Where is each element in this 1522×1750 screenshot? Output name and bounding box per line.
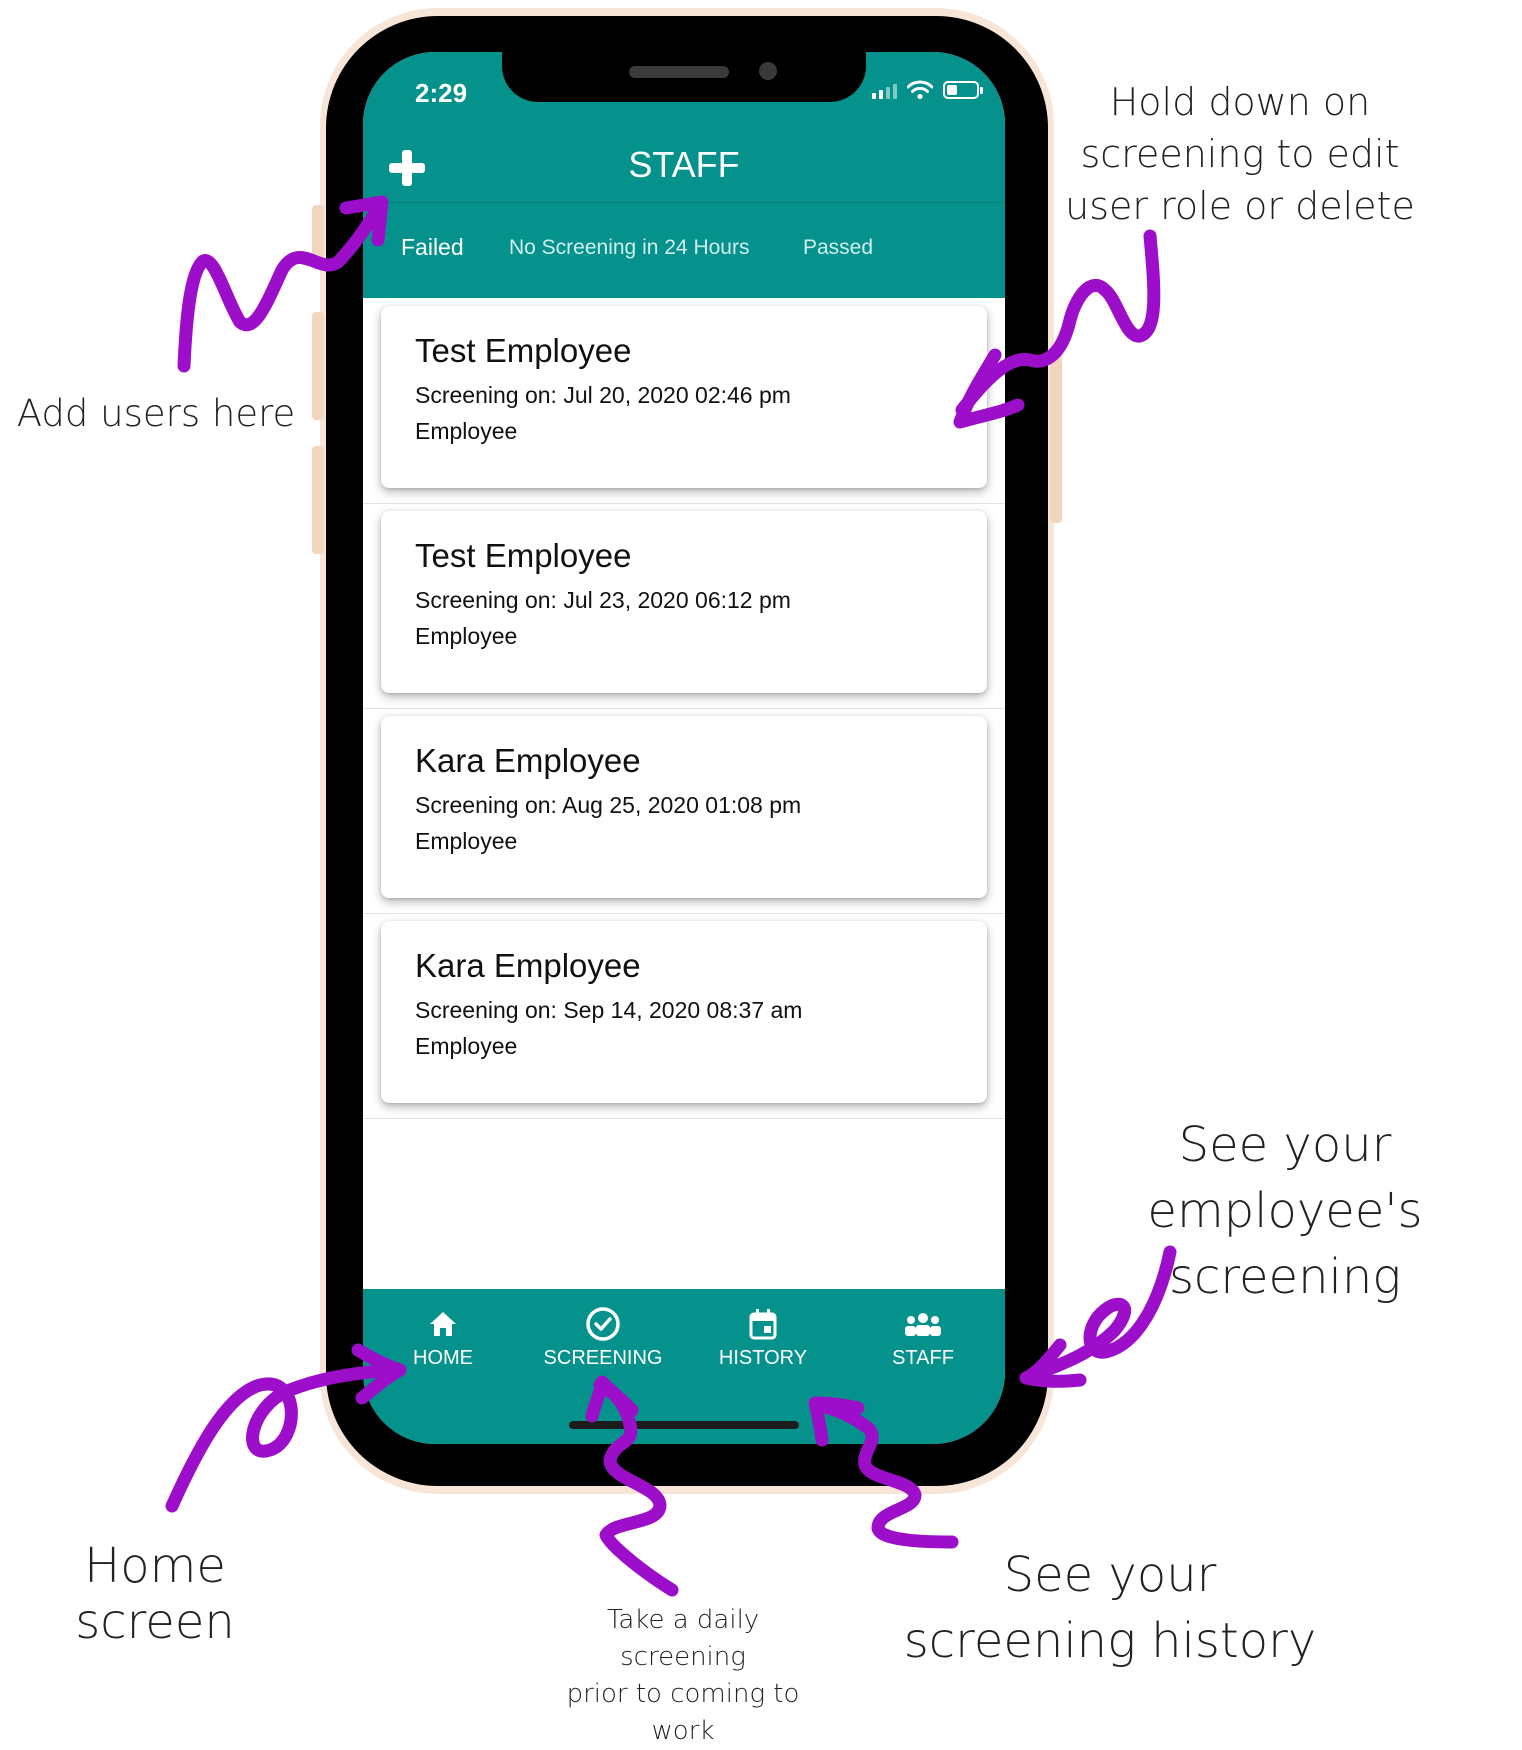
annotation-hold-down: Hold down on screening to edit user role…: [1065, 80, 1415, 228]
annotation-add-users: Add users here: [16, 392, 296, 435]
annotation-see-history: See your screening history: [903, 1547, 1317, 1669]
annotation-arrows: [165, 195, 1177, 1597]
annotation-home-screen: Home screen: [75, 1538, 235, 1650]
annotation-daily-screening: Take a daily screening prior to coming t…: [566, 1605, 800, 1746]
annotation-see-employee: See your employee's screening: [1147, 1117, 1423, 1305]
